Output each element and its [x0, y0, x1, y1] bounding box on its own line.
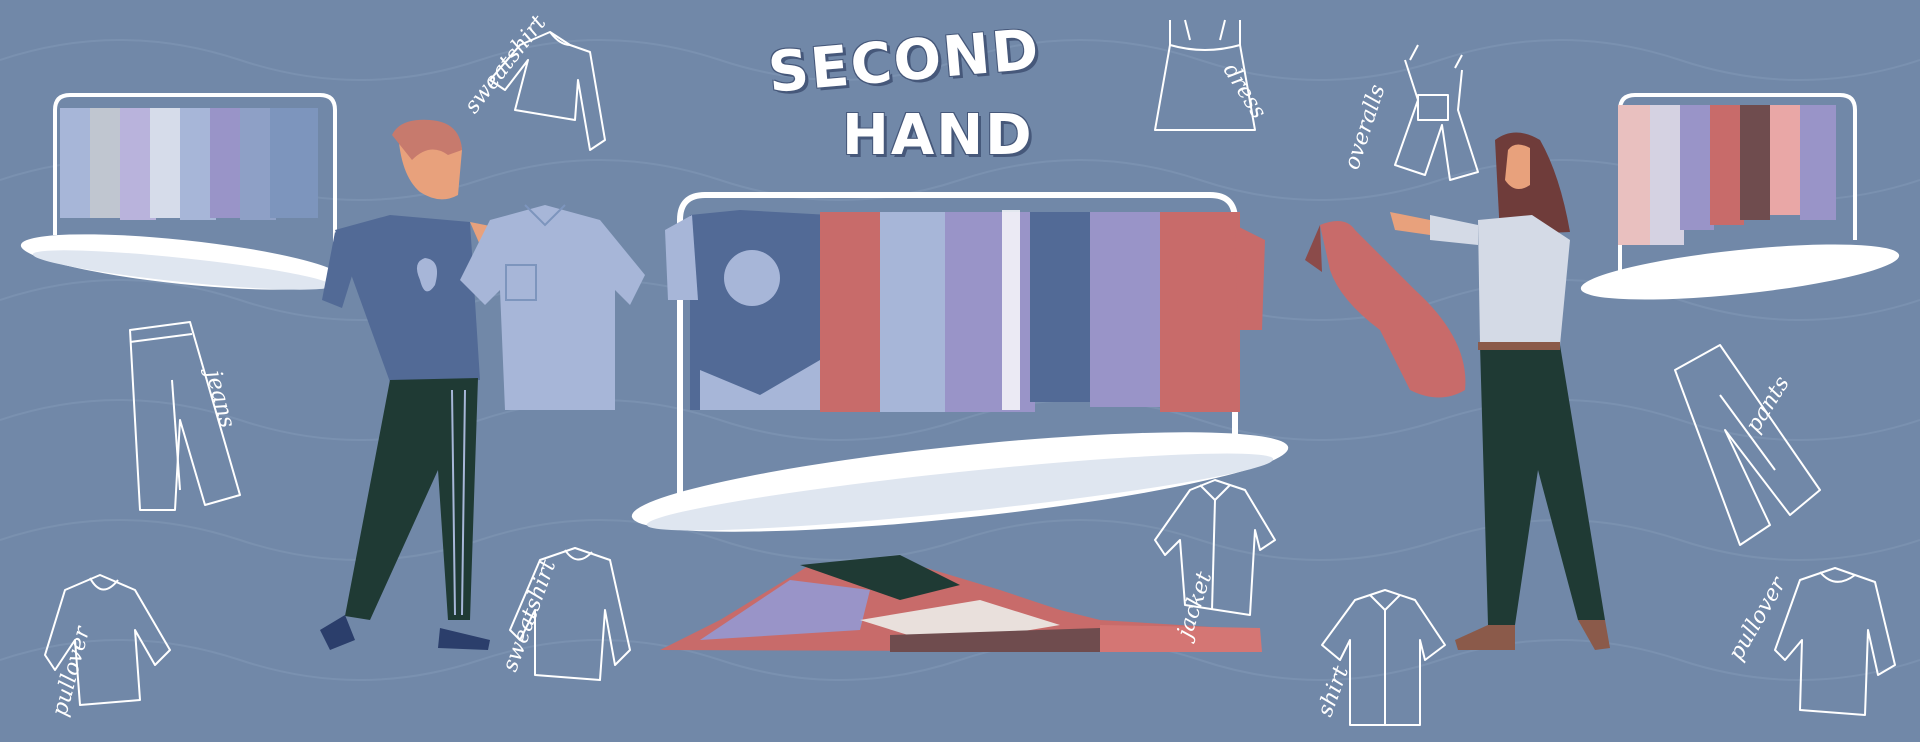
jacket-icon: [1154, 479, 1276, 616]
center-clothes-rack: [631, 192, 1289, 532]
clothes-pile: [660, 555, 1262, 652]
held-dress: [1305, 221, 1466, 398]
title-hand: HAND: [842, 103, 1034, 168]
overalls-icon: [1394, 44, 1479, 181]
woman-shopper: [1305, 132, 1610, 650]
right-clothes-rack: [1580, 93, 1900, 300]
pullover-icon: [1774, 567, 1896, 716]
second-hand-illustration: SECOND HAND sweatshirt dress overalls je…: [0, 0, 1920, 742]
left-rack-shirts: [60, 108, 318, 220]
pants-icon: [1674, 344, 1821, 546]
held-shirt: [460, 204, 645, 410]
left-clothes-rack: [20, 93, 344, 290]
